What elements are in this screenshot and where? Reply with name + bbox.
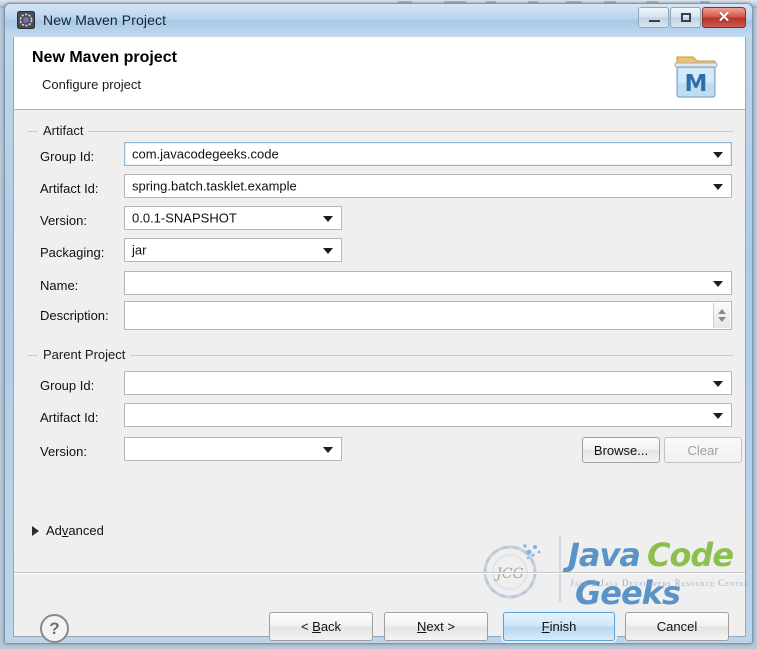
java-code-geeks-watermark: JCG Java CodeGeeks Java 2 Java Developers…	[471, 530, 748, 612]
wizard-header: New Maven project Configure project M	[14, 37, 745, 110]
description-scroll-spinner[interactable]	[713, 303, 730, 328]
cancel-button-label: Cancel	[656, 619, 698, 634]
artifact-group-label: Artifact	[38, 123, 89, 138]
watermark-tagline: Java 2 Java Developers Resource Center	[570, 578, 750, 588]
browse-button[interactable]: Browse...	[582, 437, 660, 463]
artifact-name-label: Name:	[40, 278, 79, 293]
browse-button-label: Browse...	[593, 442, 649, 458]
watermark-wordmark: Java CodeGeeks	[568, 536, 739, 612]
chevron-down-icon[interactable]	[323, 216, 333, 222]
artifact-group-id-input[interactable]: com.javacodegeeks.code	[124, 142, 732, 166]
page-subtitle: Configure project	[42, 77, 141, 92]
artifact-artifact-id-value: spring.batch.tasklet.example	[132, 178, 297, 194]
window-controls: ✕	[638, 7, 746, 28]
back-button[interactable]: < Back	[269, 612, 373, 641]
parent-group-id-label: Group Id:	[40, 378, 95, 393]
artifact-version-label: Version:	[40, 213, 87, 228]
chevron-right-icon[interactable]	[32, 525, 39, 536]
dialog-client-area: New Maven project Configure project M Ar…	[13, 37, 748, 643]
artifact-packaging-label: Packaging:	[40, 245, 105, 260]
artifact-packaging-input[interactable]: jar	[124, 238, 342, 262]
artifact-version-value: 0.0.1-SNAPSHOT	[132, 210, 237, 226]
advanced-label: Advanced	[46, 523, 104, 538]
artifact-artifact-id-label: Artifact Id:	[40, 181, 99, 196]
chevron-down-icon[interactable]	[713, 281, 723, 287]
scroll-down-icon[interactable]	[718, 317, 726, 322]
close-button[interactable]: ✕	[702, 7, 746, 28]
artifact-group-id-value: com.javacodegeeks.code	[132, 146, 279, 162]
parent-version-label: Version:	[40, 444, 87, 459]
chevron-down-icon[interactable]	[323, 248, 333, 254]
scroll-up-icon[interactable]	[718, 309, 726, 314]
svg-text:M: M	[685, 71, 708, 97]
watermark-word-code: Code	[646, 536, 734, 574]
minimize-button[interactable]	[638, 7, 669, 28]
advanced-section-toggle[interactable]: Advanced	[32, 523, 104, 538]
help-button[interactable]: ?	[40, 614, 69, 643]
chevron-down-icon[interactable]	[713, 413, 723, 419]
parent-group-id-input[interactable]	[124, 371, 732, 395]
next-button[interactable]: Next >	[384, 612, 488, 641]
artifact-description-label: Description:	[40, 308, 109, 323]
chevron-down-icon[interactable]	[323, 447, 333, 453]
maven-banner-icon: M	[665, 43, 727, 105]
chevron-down-icon[interactable]	[713, 184, 723, 190]
jcg-logo-icon: JCG	[479, 538, 547, 602]
help-icon: ?	[49, 619, 60, 638]
new-maven-project-window: New Maven Project ✕ New Maven project Co…	[4, 3, 753, 644]
watermark-divider	[559, 536, 561, 602]
page-title: New Maven project	[32, 49, 177, 66]
finish-button-label: Finish	[541, 619, 577, 634]
next-button-label: Next >	[417, 619, 455, 634]
chevron-down-icon[interactable]	[713, 381, 723, 387]
artifact-artifact-id-input[interactable]: spring.batch.tasklet.example	[124, 174, 732, 198]
artifact-group-id-label: Group Id:	[40, 149, 95, 164]
clear-button: Clear	[664, 437, 742, 463]
maven-project-icon	[17, 11, 35, 29]
parent-artifact-id-input[interactable]	[124, 403, 732, 427]
cancel-button[interactable]: Cancel	[625, 612, 729, 641]
artifact-description-input[interactable]	[124, 301, 732, 330]
parent-artifact-id-label: Artifact Id:	[40, 410, 99, 425]
window-title: New Maven Project	[43, 12, 167, 28]
chevron-down-icon[interactable]	[713, 152, 723, 158]
maximize-button[interactable]	[670, 7, 701, 28]
parent-version-input[interactable]	[124, 437, 342, 461]
clear-button-label: Clear	[687, 442, 719, 458]
artifact-packaging-value: jar	[132, 242, 147, 258]
parent-project-group-label: Parent Project	[38, 347, 131, 362]
close-icon: ✕	[717, 9, 731, 26]
artifact-name-input[interactable]	[124, 271, 732, 295]
back-button-label: < Back	[300, 619, 342, 634]
finish-button[interactable]: Finish	[503, 612, 615, 641]
svg-text:JCG: JCG	[493, 566, 524, 582]
watermark-word-java: Java	[568, 536, 641, 574]
title-bar[interactable]: New Maven Project ✕	[5, 4, 752, 37]
artifact-version-input[interactable]: 0.0.1-SNAPSHOT	[124, 206, 342, 230]
